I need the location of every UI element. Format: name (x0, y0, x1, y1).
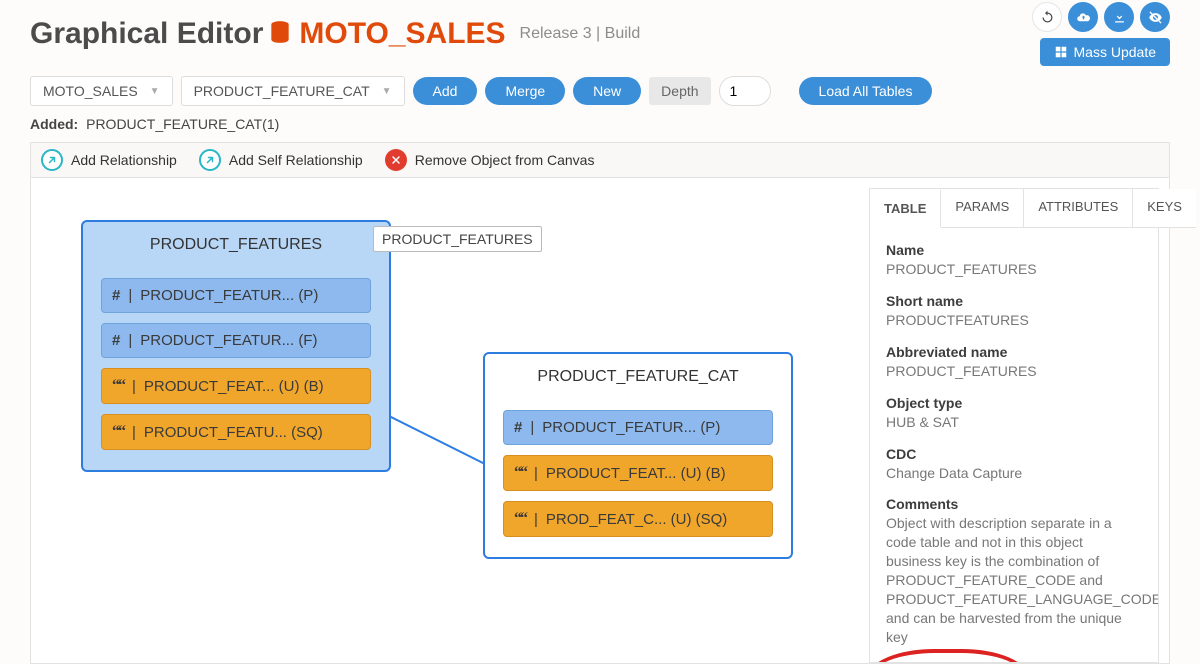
hash-icon: # (112, 287, 120, 304)
mass-update-label: Mass Update (1074, 44, 1156, 60)
database-icon (267, 19, 293, 50)
quote-icon: ““ (112, 423, 124, 441)
remove-object-label: Remove Object from Canvas (415, 152, 595, 168)
field-cdc-value: Change Data Capture (886, 464, 1142, 483)
add-relationship-button[interactable]: Add Relationship (41, 149, 177, 171)
db-select-value: MOTO_SALES (43, 83, 138, 99)
node-title: PRODUCT_FEATURES (101, 232, 371, 268)
column-label: PRODUCT_FEAT... (U) (B) (144, 378, 324, 395)
field-cdc-label: CDC (886, 446, 1142, 462)
new-button[interactable]: New (573, 77, 641, 105)
tab-keys[interactable]: KEYS (1133, 189, 1196, 228)
cloud-upload-icon (1076, 10, 1091, 25)
close-icon (385, 149, 407, 171)
added-label: Added: (30, 116, 78, 132)
highlight-annotation (870, 649, 1028, 662)
tab-attributes[interactable]: ATTRIBUTES (1024, 189, 1133, 228)
remove-object-button[interactable]: Remove Object from Canvas (385, 149, 595, 171)
hash-icon: # (514, 419, 522, 436)
field-comments-label: Comments (886, 496, 1142, 512)
page-title: Graphical Editor (30, 17, 263, 51)
refresh-button[interactable] (1032, 2, 1062, 32)
quote-icon: ““ (112, 377, 124, 395)
relationship-edge (389, 416, 489, 476)
merge-button[interactable]: Merge (485, 77, 565, 105)
column-item[interactable]: ““| PROD_FEAT_C... (U) (SQ) (503, 501, 773, 537)
column-label: PRODUCT_FEATU... (SQ) (144, 424, 323, 441)
field-abbrname-label: Abbreviated name (886, 344, 1142, 360)
mass-update-button[interactable]: Mass Update (1040, 38, 1170, 66)
node-product-feature-cat[interactable]: PRODUCT_FEATURE_CAT #| PRODUCT_FEATUR...… (483, 352, 793, 559)
node-tooltip: PRODUCT_FEATURES (373, 226, 542, 252)
chevron-down-icon: ▼ (382, 86, 392, 97)
column-label: PROD_FEAT_C... (U) (SQ) (546, 511, 727, 528)
cloud-upload-button[interactable] (1068, 2, 1098, 32)
tab-params[interactable]: PARAMS (941, 189, 1024, 228)
add-self-relationship-label: Add Self Relationship (229, 152, 363, 168)
field-objtype-value: HUB & SAT (886, 413, 1142, 432)
field-name-value: PRODUCT_FEATURES (886, 260, 1142, 279)
table-select-value: PRODUCT_FEATURE_CAT (194, 83, 370, 99)
chevron-down-icon: ▼ (150, 86, 160, 97)
depth-input[interactable] (719, 76, 771, 106)
add-self-relationship-button[interactable]: Add Self Relationship (199, 149, 363, 171)
arrow-loop-icon (199, 149, 221, 171)
tab-table[interactable]: TABLE (870, 189, 941, 228)
depth-label: Depth (649, 77, 710, 105)
load-all-button[interactable]: Load All Tables (799, 77, 933, 105)
quote-icon: ““ (514, 464, 526, 482)
node-title: PRODUCT_FEATURE_CAT (503, 364, 773, 400)
canvas[interactable]: PRODUCT_FEATURES #| PRODUCT_FEATUR... (P… (31, 178, 869, 663)
column-item[interactable]: ““| PRODUCT_FEAT... (U) (B) (503, 455, 773, 491)
field-objtype-label: Object type (886, 395, 1142, 411)
relationship-toolbar: Add Relationship Add Self Relationship R… (30, 142, 1170, 178)
column-item[interactable]: #| PRODUCT_FEATUR... (P) (101, 278, 371, 313)
column-label: PRODUCT_FEATUR... (P) (542, 419, 720, 436)
column-item[interactable]: ““| PRODUCT_FEAT... (U) (B) (101, 368, 371, 404)
column-label: PRODUCT_FEATUR... (P) (140, 287, 318, 304)
add-relationship-label: Add Relationship (71, 152, 177, 168)
db-name: MOTO_SALES (299, 17, 505, 51)
column-item[interactable]: ““| PRODUCT_FEATU... (SQ) (101, 414, 371, 450)
field-abbrname-value: PRODUCT_FEATURES (886, 362, 1142, 381)
field-name-label: Name (886, 242, 1142, 258)
table-select[interactable]: PRODUCT_FEATURE_CAT ▼ (181, 76, 405, 106)
visibility-button[interactable] (1140, 2, 1170, 32)
field-shortname-label: Short name (886, 293, 1142, 309)
field-comments-value: Object with description separate in a co… (886, 514, 1142, 646)
grid-icon (1054, 45, 1068, 59)
download-icon (1112, 10, 1127, 25)
added-value: PRODUCT_FEATURE_CAT(1) (86, 116, 279, 132)
add-button[interactable]: Add (413, 77, 478, 105)
hash-icon: # (112, 332, 120, 349)
details-panel: TABLE PARAMS ATTRIBUTES KEYS NamePRODUCT… (869, 188, 1159, 663)
column-item[interactable]: #| PRODUCT_FEATUR... (P) (503, 410, 773, 445)
column-item[interactable]: #| PRODUCT_FEATUR... (F) (101, 323, 371, 358)
db-select[interactable]: MOTO_SALES ▼ (30, 76, 173, 106)
column-label: PRODUCT_FEAT... (U) (B) (546, 465, 726, 482)
arrow-up-right-icon (41, 149, 63, 171)
quote-icon: ““ (514, 510, 526, 528)
eye-off-icon (1148, 10, 1163, 25)
download-button[interactable] (1104, 2, 1134, 32)
release-label: Release 3 | Build (520, 25, 641, 43)
refresh-icon (1040, 10, 1055, 25)
column-label: PRODUCT_FEATUR... (F) (140, 332, 317, 349)
node-product-features[interactable]: PRODUCT_FEATURES #| PRODUCT_FEATUR... (P… (81, 220, 391, 472)
field-shortname-value: PRODUCTFEATURES (886, 311, 1142, 330)
